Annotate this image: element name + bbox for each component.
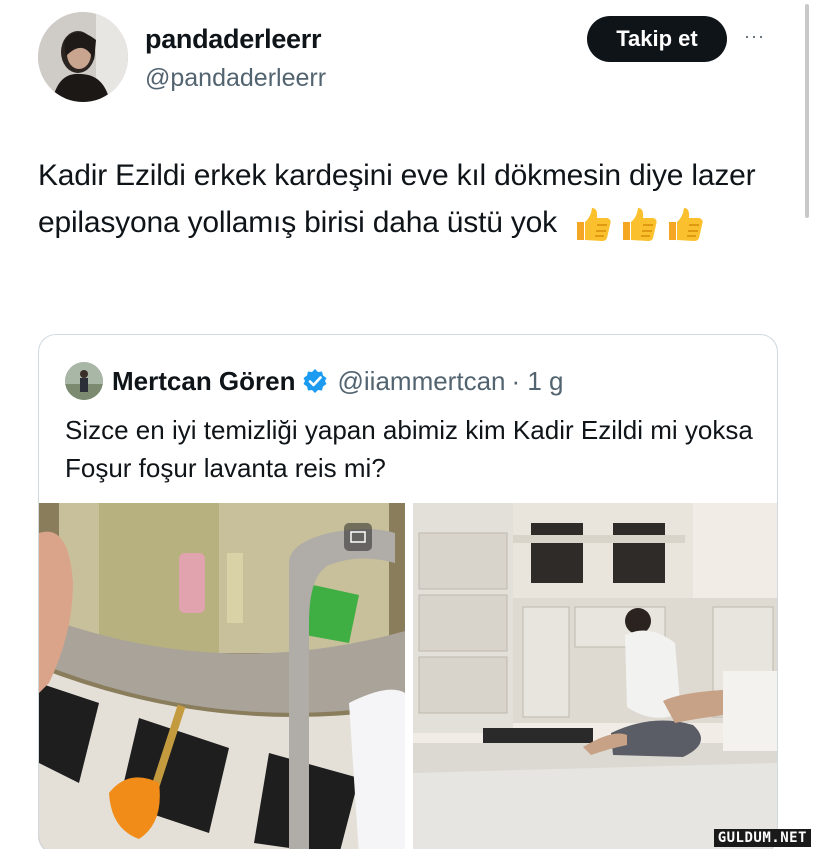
tweet-text: Kadir Ezildi erkek kardeşini eve kıl dök… xyxy=(38,152,778,246)
shower-cleaning-photo[interactable] xyxy=(39,503,405,849)
tweet-header: pandaderleerr @pandaderleerr Takip et ··… xyxy=(38,12,778,104)
kitchen-floor-cleaning-photo[interactable] xyxy=(413,503,777,849)
scrollbar[interactable] xyxy=(805,4,809,218)
quoted-tweet-header: Mertcan Gören @iiammertcan · 1 g xyxy=(65,361,564,401)
quoted-tweet-text: Sizce en iyi temizliği yapan abimiz kim … xyxy=(65,415,753,483)
author-handle[interactable]: @pandaderleerr xyxy=(145,64,326,93)
thumbs-up-icon xyxy=(577,208,611,242)
author-avatar[interactable] xyxy=(38,12,128,102)
thumbs-up-emoji-group xyxy=(571,205,705,243)
quoted-author-avatar[interactable] xyxy=(65,362,103,400)
thumbs-up-icon xyxy=(669,208,703,242)
quoted-author-name[interactable]: Mertcan Gören xyxy=(112,366,296,397)
quoted-author-handle[interactable]: @iiammertcan xyxy=(338,366,506,397)
follow-button[interactable]: Takip et xyxy=(587,16,727,62)
site-watermark: GULDUM.NET xyxy=(713,829,811,847)
quoted-tweet-time[interactable]: · 1 g xyxy=(511,366,563,397)
more-options-icon[interactable]: ··· xyxy=(744,26,765,47)
quoted-tweet-media xyxy=(39,503,777,849)
verified-badge-icon xyxy=(303,369,326,393)
quoted-tweet[interactable]: Mertcan Gören @iiammertcan · 1 g Sizce e… xyxy=(38,334,778,849)
author-name[interactable]: pandaderleerr xyxy=(145,24,321,55)
thumbs-up-icon xyxy=(623,208,657,242)
